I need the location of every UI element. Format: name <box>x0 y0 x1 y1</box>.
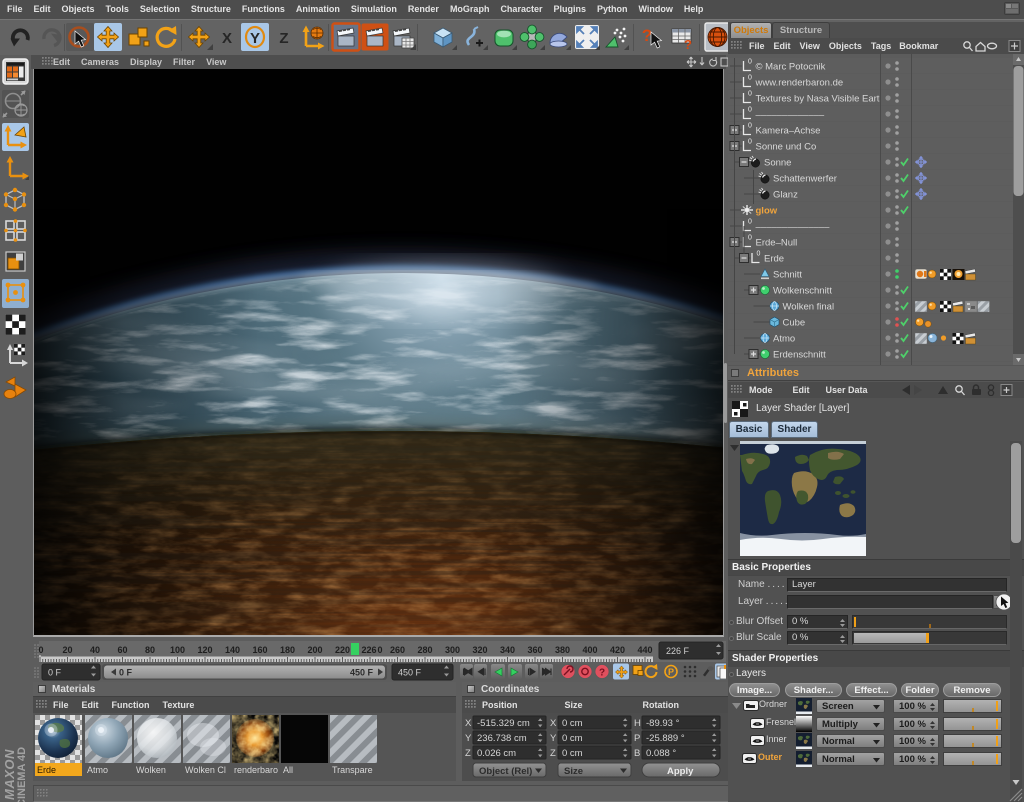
svg-text:236.738 cm: 236.738 cm <box>477 733 527 744</box>
svg-text:440: 440 <box>637 645 652 655</box>
svg-text:226 F: 226 F <box>666 646 690 656</box>
svg-text:0 cm: 0 cm <box>562 718 583 729</box>
svg-text:0: 0 <box>748 219 752 226</box>
svg-text:100: 100 <box>170 645 185 655</box>
svg-text:180: 180 <box>280 645 295 655</box>
svg-text:P: P <box>668 667 674 677</box>
svg-text:Apply: Apply <box>667 766 694 777</box>
svg-text:Schattenwerfer: Schattenwerfer <box>773 174 837 185</box>
svg-text:Kamera–Achse: Kamera–Achse <box>756 126 821 137</box>
svg-text:Sonne: Sonne <box>764 158 791 169</box>
svg-text:-515.329 cm: -515.329 cm <box>477 718 530 729</box>
svg-text:226: 226 <box>361 645 376 655</box>
svg-text:Y: Y <box>550 733 557 744</box>
svg-text:X: X <box>465 718 472 729</box>
svg-text:0: 0 <box>748 139 752 146</box>
svg-text:Erde: Erde <box>37 765 56 775</box>
svg-text:Atmo: Atmo <box>773 334 795 345</box>
svg-text:360: 360 <box>527 645 542 655</box>
svg-text:40: 40 <box>90 645 100 655</box>
svg-text:0: 0 <box>377 645 382 655</box>
svg-text:420: 420 <box>610 645 625 655</box>
svg-text:renderbaro: renderbaro <box>234 765 278 775</box>
svg-text:Object (Rel): Object (Rel) <box>479 766 532 777</box>
svg-text:Erde–Null: Erde–Null <box>756 238 798 249</box>
svg-text:0: 0 <box>748 59 752 66</box>
svg-text:0 F: 0 F <box>48 668 62 678</box>
svg-text:Y: Y <box>250 30 260 47</box>
svg-text:––––––––––––––: –––––––––––––– <box>756 222 831 233</box>
svg-text:60: 60 <box>117 645 127 655</box>
svg-text:–––––––––––––: ––––––––––––– <box>756 110 825 121</box>
svg-text:www.renderbaron.de: www.renderbaron.de <box>755 78 844 89</box>
svg-text:450 F: 450 F <box>350 668 374 678</box>
svg-text:80: 80 <box>145 645 155 655</box>
svg-text:260: 260 <box>390 645 405 655</box>
svg-text:Glanz: Glanz <box>773 190 798 201</box>
svg-text:0: 0 <box>748 235 752 242</box>
svg-text:0: 0 <box>38 645 43 655</box>
svg-text:Erde: Erde <box>764 254 784 265</box>
svg-text:Erdenschnitt: Erdenschnitt <box>773 350 826 361</box>
svg-text:0.026 cm: 0.026 cm <box>477 748 516 759</box>
svg-text:Z: Z <box>279 30 288 47</box>
svg-text:H: H <box>634 718 641 729</box>
svg-text:X: X <box>550 718 557 729</box>
svg-text:P: P <box>634 733 640 744</box>
svg-text:0 cm: 0 cm <box>562 748 583 759</box>
svg-text:Wolkenschnitt: Wolkenschnitt <box>773 286 832 297</box>
svg-text:X: X <box>222 30 232 47</box>
svg-text:Transpare: Transpare <box>332 765 373 775</box>
svg-text:Schnitt: Schnitt <box>773 270 802 281</box>
svg-text:0 F: 0 F <box>119 668 133 678</box>
svg-text:Wolken: Wolken <box>136 765 166 775</box>
svg-text:?: ? <box>599 668 605 679</box>
svg-text:0: 0 <box>757 251 761 258</box>
svg-text:120: 120 <box>197 645 212 655</box>
svg-text:220: 220 <box>335 645 350 655</box>
svg-text:320: 320 <box>472 645 487 655</box>
svg-text:-25.889 °: -25.889 ° <box>646 733 685 744</box>
svg-text:Atmo: Atmo <box>87 765 108 775</box>
svg-text:Wolken Cl: Wolken Cl <box>185 765 226 775</box>
svg-text:0: 0 <box>748 75 752 82</box>
svg-text:300: 300 <box>445 645 460 655</box>
svg-text:Size: Size <box>564 766 583 777</box>
svg-text:0: 0 <box>748 123 752 130</box>
svg-text:160: 160 <box>252 645 267 655</box>
svg-text:0 cm: 0 cm <box>562 733 583 744</box>
svg-text:?: ? <box>642 26 652 45</box>
svg-text:340: 340 <box>500 645 515 655</box>
svg-text:380: 380 <box>555 645 570 655</box>
svg-text:© Marc Potocnik: © Marc Potocnik <box>756 62 826 73</box>
svg-text:?: ? <box>684 37 692 52</box>
svg-text:B: B <box>634 748 640 759</box>
svg-text:Wolken final: Wolken final <box>783 302 835 313</box>
svg-text:20: 20 <box>62 645 72 655</box>
svg-text:-89.93 °: -89.93 ° <box>646 718 680 729</box>
svg-text:Textures by Nasa Visible Earth: Textures by Nasa Visible Earth <box>756 94 885 105</box>
svg-text:0: 0 <box>748 107 752 114</box>
svg-text:0.088 °: 0.088 ° <box>646 748 676 759</box>
svg-text:Cube: Cube <box>783 318 806 329</box>
svg-text:0: 0 <box>748 91 752 98</box>
svg-text:Z: Z <box>465 748 471 759</box>
svg-text:Sonne und Co: Sonne und Co <box>756 142 817 153</box>
svg-text:Y: Y <box>465 733 472 744</box>
svg-text:200: 200 <box>307 645 322 655</box>
svg-text:140: 140 <box>225 645 240 655</box>
svg-text:400: 400 <box>582 645 597 655</box>
svg-text:Z: Z <box>550 748 556 759</box>
svg-text:280: 280 <box>417 645 432 655</box>
svg-text:450 F: 450 F <box>398 668 422 678</box>
svg-text:glow: glow <box>756 206 778 217</box>
svg-text:All: All <box>283 765 293 775</box>
